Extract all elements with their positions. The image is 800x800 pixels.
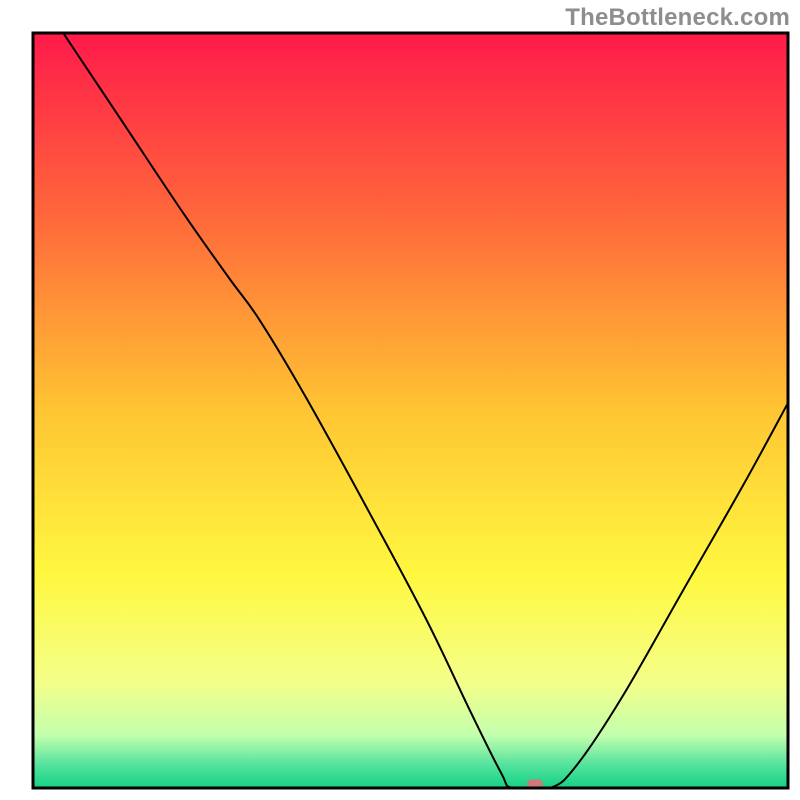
bottleneck-chart bbox=[0, 0, 800, 800]
plot-background bbox=[33, 33, 788, 788]
